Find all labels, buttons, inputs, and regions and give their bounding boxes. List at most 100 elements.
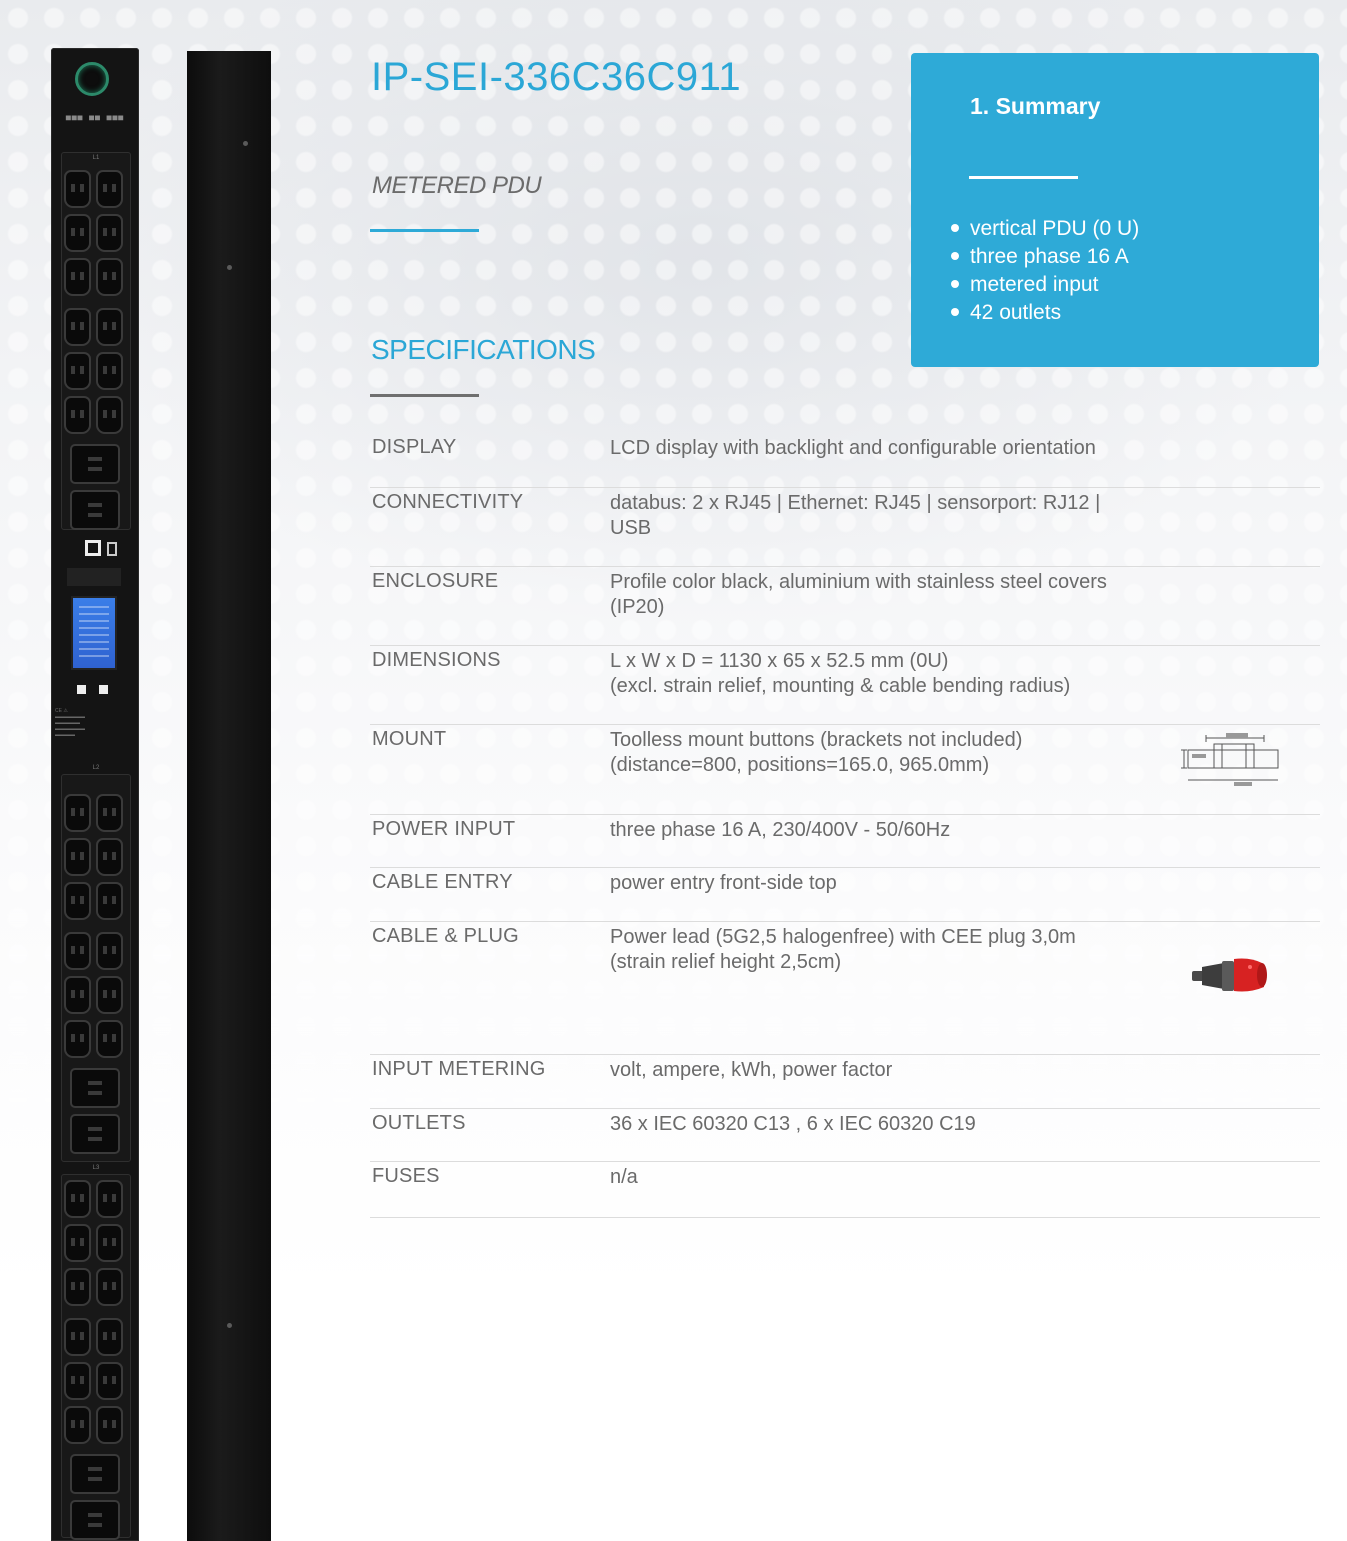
c13-outlet-icon	[64, 1406, 91, 1444]
spec-row-mount: MOUNT Toolless mount buttons (brackets n…	[370, 728, 1320, 815]
summary-divider	[969, 176, 1078, 179]
c13-outlet-icon	[64, 838, 91, 876]
c19-outlet-icon	[70, 444, 120, 484]
spec-label: INPUT METERING	[372, 1058, 546, 1080]
c13-outlet-icon	[96, 1318, 123, 1356]
specifications-heading: SPECIFICATIONS	[371, 334, 596, 365]
mount-hole	[227, 265, 232, 270]
spec-value: n/a	[610, 1166, 638, 1188]
c13-outlet-icon	[64, 1224, 91, 1262]
c13-outlet-icon	[64, 214, 91, 252]
c19-outlet-icon	[70, 1068, 120, 1108]
spec-value: volt, ampere, kWh, power factor	[610, 1059, 893, 1081]
c13-outlet-icon	[96, 396, 123, 434]
spec-value: Power lead (5G2,5 halogenfree) with CEE …	[610, 926, 1076, 973]
c19-outlet-icon	[70, 1114, 120, 1154]
spec-value: LCD display with backlight and configura…	[610, 437, 1096, 459]
spec-label: DIMENSIONS	[372, 649, 501, 671]
c13-outlet-icon	[64, 308, 91, 346]
summary-item: vertical PDU (0 U)	[951, 215, 1139, 243]
spec-row-enclosure: ENCLOSURE Profile color black, aluminium…	[370, 570, 1320, 646]
c13-outlet-icon	[64, 794, 91, 832]
c13-outlet-icon	[96, 1362, 123, 1400]
c13-outlet-icon	[96, 794, 123, 832]
spec-label: CABLE & PLUG	[372, 925, 519, 947]
select-button	[99, 685, 108, 694]
mount-hole	[243, 141, 248, 146]
bank-label: L2	[92, 765, 100, 771]
summary-panel: 1. Summary vertical PDU (0 U) three phas…	[911, 53, 1319, 367]
spec-label: FUSES	[372, 1165, 440, 1187]
c13-outlet-icon	[64, 258, 91, 296]
c13-outlet-icon	[64, 1020, 91, 1058]
menu-button	[77, 685, 86, 694]
summary-item: metered input	[951, 271, 1139, 299]
c13-outlet-icon	[96, 352, 123, 390]
spec-row-power-input: POWER INPUT three phase 16 A, 230/400V -…	[370, 818, 1320, 868]
c13-outlet-icon	[64, 932, 91, 970]
spec-label: POWER INPUT	[372, 818, 516, 840]
lcd-display	[71, 596, 117, 670]
mount-hole	[227, 1323, 232, 1328]
spec-value: Toolless mount buttons (brackets not inc…	[610, 729, 1023, 776]
spec-row-input-metering: INPUT METERING volt, ampere, kWh, power …	[370, 1058, 1320, 1109]
summary-list: vertical PDU (0 U) three phase 16 A mete…	[951, 215, 1139, 327]
summary-heading: 1. Summary	[970, 93, 1101, 119]
spec-label: DISPLAY	[372, 436, 457, 458]
c13-outlet-icon	[64, 1268, 91, 1306]
c13-outlet-icon	[96, 1268, 123, 1306]
product-title: IP-SEI-336C36C911	[371, 55, 742, 99]
c13-outlet-icon	[64, 170, 91, 208]
spec-label: OUTLETS	[372, 1112, 466, 1134]
spec-row-cable-plug: CABLE & PLUG Power lead (5G2,5 halogenfr…	[370, 925, 1320, 1055]
spec-row-display: DISPLAY LCD display with backlight and c…	[370, 436, 1320, 488]
spec-value: Profile color black, aluminium with stai…	[610, 571, 1107, 618]
c13-outlet-icon	[96, 882, 123, 920]
cee-plug-icon	[1192, 958, 1267, 992]
spec-value: 36 x IEC 60320 C13 , 6 x IEC 60320 C19	[610, 1113, 976, 1135]
spec-value: three phase 16 A, 230/400V - 50/60Hz	[610, 819, 951, 841]
c19-outlet-icon	[70, 490, 120, 530]
specifications-divider	[370, 394, 479, 397]
title-divider	[370, 229, 479, 232]
bank-label: L3	[92, 1165, 100, 1171]
spec-row-cable-entry: CABLE ENTRY power entry front-side top	[370, 871, 1320, 922]
c19-outlet-icon	[70, 1454, 120, 1494]
bank-label: L1	[92, 155, 100, 161]
product-subtitle: METERED PDU	[372, 172, 542, 199]
c13-outlet-icon	[64, 1318, 91, 1356]
mount-button-diagram-icon	[1181, 733, 1279, 786]
rating-label: CE ⚠ ▬▬▬▬▬▬ ▬▬▬▬▬ ▬▬▬▬▬▬ ▬▬▬▬	[55, 708, 85, 738]
pdu-front-image: ▀▀▀ ▀▀ ▀▀▀ L1 CE ⚠ ▬▬▬▬▬▬ ▬▬▬▬▬ ▬▬▬▬▬▬ ▬▬▬▬ …	[51, 48, 139, 1541]
c13-outlet-icon	[96, 308, 123, 346]
pdu-control-panel	[65, 538, 127, 703]
spec-row-fuses: FUSES n/a	[370, 1165, 1320, 1218]
c13-outlet-icon	[64, 1362, 91, 1400]
spec-row-connectivity: CONNECTIVITY databus: 2 x RJ45 | Etherne…	[370, 491, 1320, 567]
c13-outlet-icon	[96, 170, 123, 208]
spec-value: power entry front-side top	[610, 872, 837, 894]
c13-outlet-icon	[96, 932, 123, 970]
c13-outlet-icon	[96, 1020, 123, 1058]
spec-label: MOUNT	[372, 728, 447, 750]
summary-item: 42 outlets	[951, 299, 1139, 327]
c13-outlet-icon	[96, 1224, 123, 1262]
spec-row-dimensions: DIMENSIONS L x W x D = 1130 x 65 x 52.5 …	[370, 649, 1320, 725]
c13-outlet-icon	[64, 1180, 91, 1218]
spec-label: CABLE ENTRY	[372, 871, 513, 893]
c13-outlet-icon	[96, 976, 123, 1014]
spec-value: L x W x D = 1130 x 65 x 52.5 mm (0U) (ex…	[610, 650, 1071, 697]
c13-outlet-icon	[96, 838, 123, 876]
c13-outlet-icon	[96, 1180, 123, 1218]
spec-row-outlets: OUTLETS 36 x IEC 60320 C13 , 6 x IEC 603…	[370, 1112, 1320, 1162]
c13-outlet-icon	[64, 882, 91, 920]
c13-outlet-icon	[96, 258, 123, 296]
pdu-side-image	[187, 51, 271, 1541]
c13-outlet-icon	[96, 1406, 123, 1444]
spec-label: CONNECTIVITY	[372, 491, 524, 513]
c13-outlet-icon	[96, 214, 123, 252]
spec-value: databus: 2 x RJ45 | Ethernet: RJ45 | sen…	[610, 492, 1101, 539]
usb-port-icon	[107, 542, 117, 556]
summary-item: three phase 16 A	[951, 243, 1139, 271]
network-port-icon	[85, 540, 101, 556]
